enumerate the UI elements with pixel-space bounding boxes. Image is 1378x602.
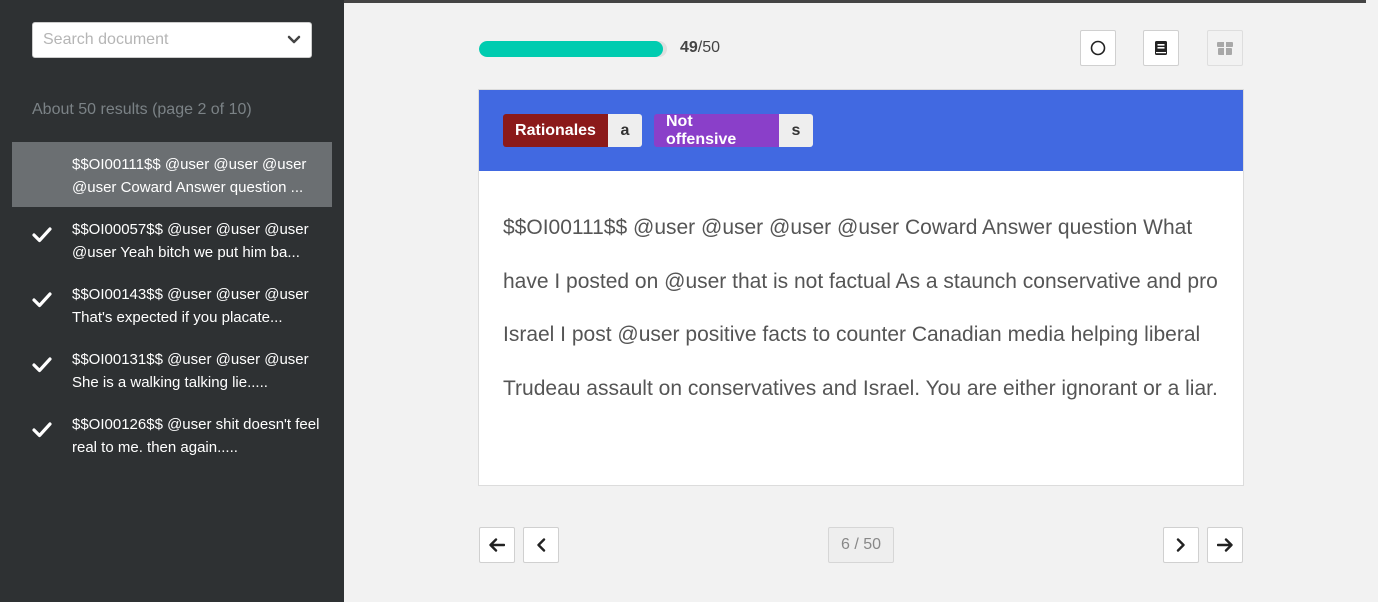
book-icon [1155, 41, 1167, 55]
archive-icon [1217, 42, 1233, 55]
progress-bar [479, 41, 667, 57]
arrow-left-icon [489, 538, 505, 552]
search-input[interactable] [33, 23, 277, 57]
sidebar: About 50 results (page 2 of 10) $$OI0011… [0, 0, 344, 602]
progress-bar-fill [479, 41, 664, 57]
label-rationales[interactable]: Rationales a [503, 114, 642, 147]
progress-total: /50 [697, 39, 721, 56]
check-icon [32, 292, 52, 308]
document-preview-line-1: $$OI00126$$ @user shit doesn't feel [72, 416, 320, 433]
arrow-right-icon [1217, 538, 1233, 552]
document-preview-line-2: @user Coward Answer question ... [72, 179, 304, 196]
label-not-offensive-text: Not offensive [654, 114, 779, 147]
document-list-item[interactable]: $$OI00131$$ @user @user @user She is a w… [12, 337, 332, 402]
page-indicator: 6 / 50 [828, 527, 894, 563]
progress-text: 49/50 [680, 39, 720, 57]
document-list-item[interactable]: $$OI00143$$ @user @user @user That's exp… [12, 272, 332, 337]
document-list-item[interactable]: $$OI00111$$ @user @user @user @user Cowa… [12, 142, 332, 207]
label-not-offensive[interactable]: Not offensive s [654, 114, 813, 147]
next-document-button[interactable] [1163, 527, 1199, 563]
progress-done: 49 [680, 39, 698, 56]
document-preview-line-1: $$OI00131$$ @user @user @user [72, 351, 309, 368]
document-preview-line-2: That's expected if you placate... [72, 309, 283, 326]
check-icon [32, 357, 52, 373]
label-rationales-text: Rationales [503, 114, 608, 147]
search-box[interactable] [32, 22, 312, 58]
guidelines-button[interactable] [1143, 30, 1179, 66]
document-list-item[interactable]: $$OI00057$$ @user @user @user @user Yeah… [12, 207, 332, 272]
chevron-left-icon [537, 538, 546, 552]
document-card: Rationales a Not offensive s $$OI00111$$… [478, 89, 1244, 486]
chevron-right-icon [1176, 538, 1185, 552]
chevron-down-icon[interactable] [277, 23, 311, 57]
label-rationales-key: a [608, 114, 642, 147]
document-preview-line-2: @user Yeah bitch we put him ba... [72, 244, 300, 261]
document-list: $$OI00111$$ @user @user @user @user Cowa… [12, 142, 332, 467]
document-preview-line-1: $$OI00111$$ @user @user @user [72, 156, 307, 173]
document-preview-line-1: $$OI00143$$ @user @user @user [72, 286, 309, 303]
circle-icon [1090, 40, 1106, 56]
document-preview-line-1: $$OI00057$$ @user @user @user [72, 221, 309, 238]
last-document-button[interactable] [1207, 527, 1243, 563]
label-not-offensive-key: s [779, 114, 813, 147]
circle-button[interactable] [1080, 30, 1116, 66]
label-header: Rationales a Not offensive s [479, 90, 1243, 171]
document-text: $$OI00111$$ @user @user @user @user Cowa… [503, 216, 1218, 400]
document-preview-line-2: real to me. then again..... [72, 439, 238, 456]
document-list-item[interactable]: $$OI00126$$ @user shit doesn't feel real… [12, 402, 332, 467]
top-border [344, 0, 1366, 3]
results-info: About 50 results (page 2 of 10) [32, 101, 252, 118]
first-document-button[interactable] [479, 527, 515, 563]
document-preview-line-2: She is a walking talking lie..... [72, 374, 268, 391]
check-icon [32, 227, 52, 243]
archive-button[interactable] [1207, 30, 1243, 66]
check-icon [32, 422, 52, 438]
previous-document-button[interactable] [523, 527, 559, 563]
